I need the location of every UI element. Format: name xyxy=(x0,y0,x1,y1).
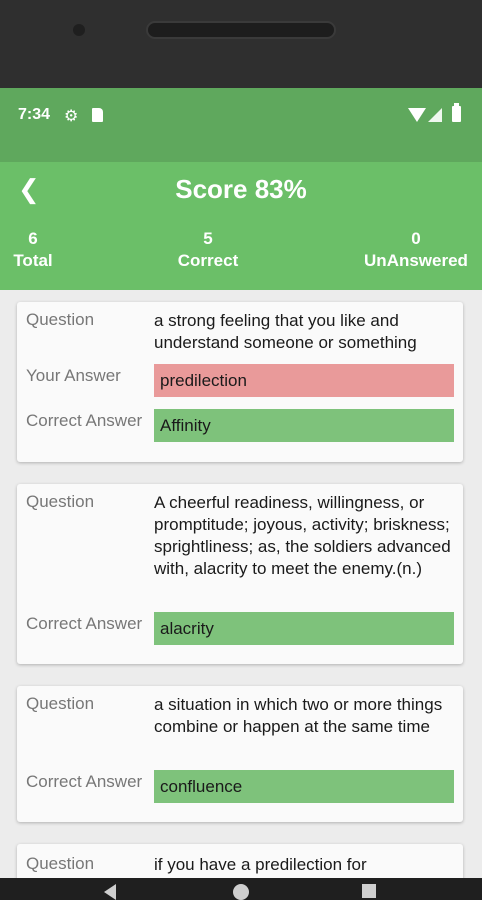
signal-icon xyxy=(428,108,442,122)
status-bar: 7:34 ⚙ xyxy=(0,88,482,162)
page-title: Score 83% xyxy=(175,174,307,204)
nav-home-icon[interactable] xyxy=(233,884,249,900)
stat-total: 6 Total xyxy=(10,228,56,272)
system-nav-bar xyxy=(0,878,482,900)
score-header: ❮ Score 83% 6 Total 5 Correct 0 UnAnswer… xyxy=(0,162,482,290)
status-time: 7:34 xyxy=(18,106,51,123)
results-list[interactable]: Question a strong feeling that you like … xyxy=(0,290,482,878)
stat-correct-label: Correct xyxy=(177,251,239,270)
result-card: Question if you have a predilection for xyxy=(17,844,463,878)
camera-icon xyxy=(73,24,85,36)
question-text: if you have a predilection for xyxy=(154,855,367,874)
correct-answer-value: confluence xyxy=(154,770,454,803)
question-text: a situation in which two or more things … xyxy=(154,695,443,736)
your-answer-label: Your Answer xyxy=(26,366,121,385)
stat-correct-value: 5 xyxy=(203,229,213,248)
nav-back-icon[interactable] xyxy=(104,884,116,900)
stat-correct: 5 Correct xyxy=(168,228,248,272)
battery-icon xyxy=(452,103,461,122)
wifi-icon xyxy=(408,108,426,122)
question-text: A cheerful readiness, willingness, or pr… xyxy=(154,493,451,578)
stat-unanswered-label: UnAnswered xyxy=(364,251,468,270)
stat-unanswered: 0 UnAnswered xyxy=(360,228,472,272)
question-label: Question xyxy=(26,492,95,511)
your-answer-value: predilection xyxy=(154,364,454,397)
sd-card-icon xyxy=(92,108,103,122)
stat-total-value: 6 xyxy=(28,229,38,248)
question-label: Question xyxy=(26,854,95,873)
correct-answer-value: alacrity xyxy=(154,612,454,645)
correct-answer-label: Correct Answer xyxy=(26,772,143,791)
phone-bezel xyxy=(0,0,482,88)
correct-answer-label: Correct Answer xyxy=(26,411,143,430)
correct-answer-value: Affinity xyxy=(154,409,454,442)
stat-total-label: Total xyxy=(13,251,53,270)
speaker-grille xyxy=(146,21,336,39)
gear-icon: ⚙ xyxy=(64,108,79,125)
result-card: Question a situation in which two or mor… xyxy=(17,686,463,822)
nav-recent-apps-icon[interactable] xyxy=(362,884,376,898)
stat-unanswered-value: 0 xyxy=(411,229,421,248)
question-text: a strong feeling that you like and under… xyxy=(154,311,417,352)
question-label: Question xyxy=(26,694,95,713)
question-label: Question xyxy=(26,310,95,329)
correct-answer-label: Correct Answer xyxy=(26,614,143,633)
result-card: Question A cheerful readiness, willingne… xyxy=(17,484,463,664)
result-card: Question a strong feeling that you like … xyxy=(17,302,463,462)
